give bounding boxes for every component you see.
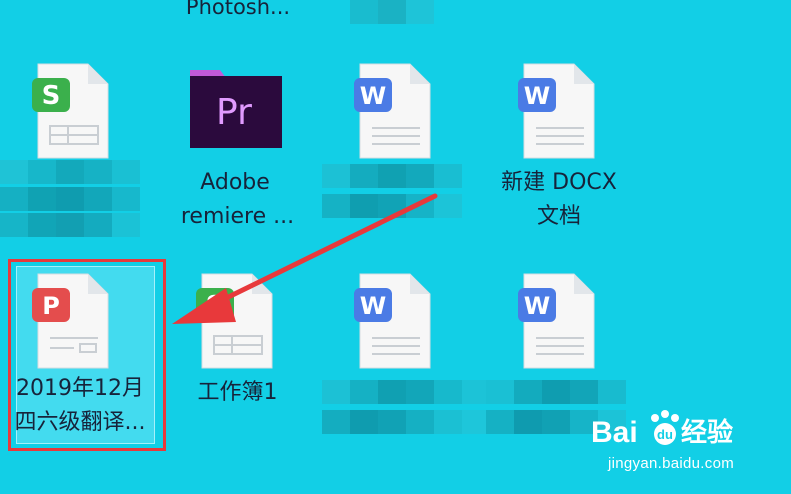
top-partial-label: Photosh... (185, 0, 291, 19)
spreadsheet-file-icon: S (196, 273, 273, 369)
svg-text:W: W (524, 82, 550, 110)
word-file-icon: W (518, 273, 595, 369)
svg-text:W: W (360, 82, 386, 110)
svg-text:W: W (524, 292, 550, 320)
blurred-label (322, 164, 462, 224)
word-file-icon: W (354, 63, 431, 159)
blurred-label (0, 160, 160, 240)
desktop-icon-workbook1[interactable]: S (192, 272, 282, 372)
word-file-icon: W (518, 63, 595, 159)
svg-text:W: W (360, 292, 386, 320)
svg-text:Pr: Pr (216, 92, 252, 133)
spreadsheet-file-icon: S (32, 63, 109, 159)
baidu-watermark: Bai du 经验 (591, 410, 733, 449)
svg-text:Bai: Bai (591, 416, 638, 449)
desktop-icon-word-new-docx[interactable]: W (514, 62, 604, 162)
desktop-icon-spreadsheet-1[interactable]: S (28, 62, 118, 162)
desktop-icon-word-3[interactable]: W (350, 272, 440, 372)
desktop-icon-new-docx-label-2: 文档 (536, 204, 581, 229)
svg-text:S: S (206, 291, 225, 321)
svg-text:经验: 经验 (681, 417, 733, 448)
red-highlight-box (8, 259, 166, 451)
blurred-label (322, 380, 490, 440)
watermark-url: jingyan.baidu.com (608, 455, 735, 472)
desktop-icon-premiere-label-2: remiere ... (180, 204, 295, 229)
desktop-icon-premiere-label-1: Adobe (200, 170, 270, 195)
premiere-app-icon: Pr (190, 70, 282, 148)
desktop-icon-word-4[interactable]: W (514, 272, 604, 372)
desktop-icon-new-docx-label-1: 新建 DOCX (501, 170, 617, 195)
paw-icon: du (651, 410, 679, 445)
word-file-icon: W (354, 273, 431, 369)
desktop-icon-word-1[interactable]: W (350, 62, 440, 162)
svg-text:S: S (42, 81, 61, 111)
desktop-icon-workbook1-label: 工作簿1 (197, 380, 278, 405)
desktop-icon-premiere[interactable]: Pr (186, 66, 286, 150)
blurred-label (350, 0, 434, 28)
svg-text:du: du (657, 427, 673, 442)
